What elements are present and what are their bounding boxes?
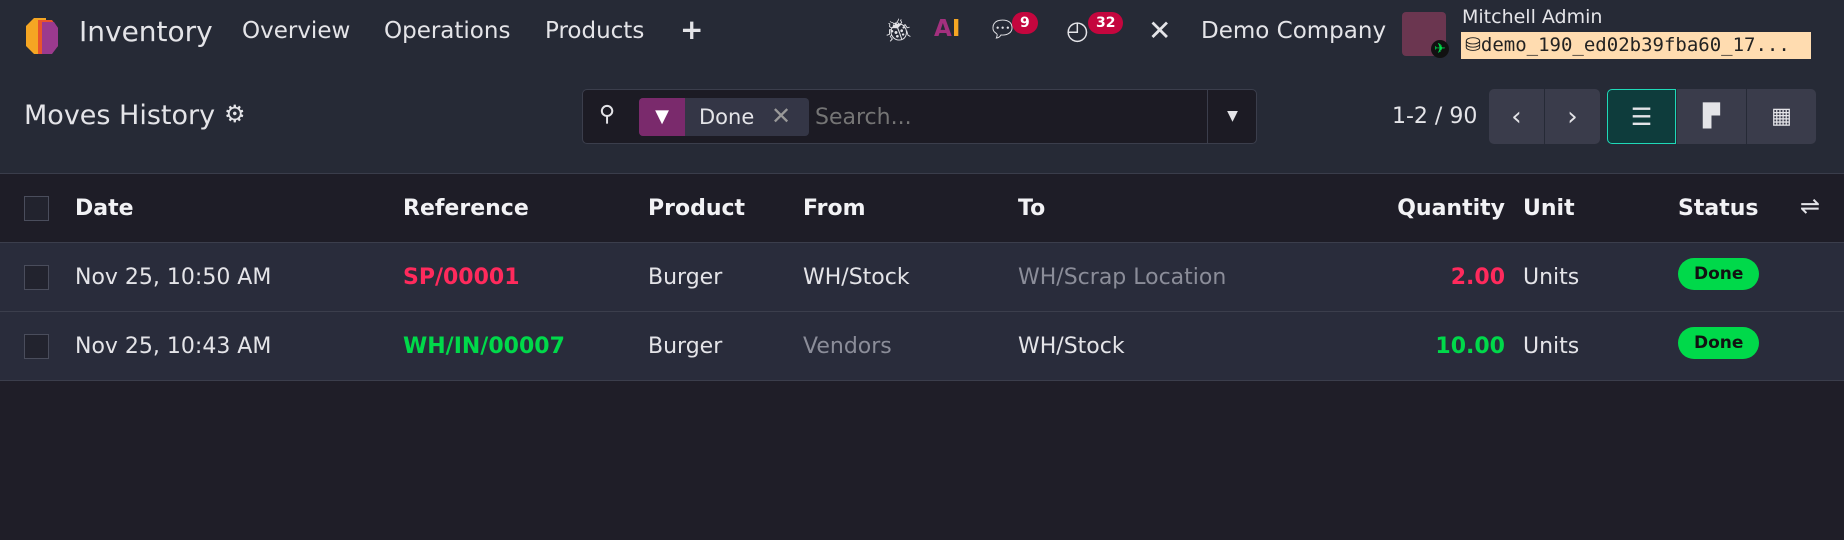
facet-label: Done <box>699 105 755 129</box>
remove-facet-icon[interactable]: ✕ <box>771 102 791 130</box>
table-header: Date Reference Product From To Quantity … <box>0 174 1844 243</box>
database-icon: ⛁ <box>1465 34 1481 56</box>
status-icon: ✈ <box>1431 40 1449 58</box>
menu-products[interactable]: Products <box>545 18 644 44</box>
col-product[interactable]: Product <box>648 196 745 221</box>
activity-badge: 32 <box>1088 12 1124 34</box>
cell-from: WH/Stock <box>803 265 910 290</box>
bug-icon[interactable]: 🐞︎ <box>884 17 913 44</box>
navbar: Inventory Overview Operations Products +… <box>0 0 1844 70</box>
table-row[interactable]: Nov 25, 10:50 AM SP/00001 Burger WH/Stoc… <box>0 243 1844 312</box>
cell-reference: SP/00001 <box>403 265 520 290</box>
status-badge: Done <box>1678 258 1760 290</box>
pager-next[interactable]: › <box>1545 89 1600 144</box>
cell-from: Vendors <box>803 334 892 359</box>
app-name[interactable]: Inventory <box>79 15 213 48</box>
pivot-view-button[interactable]: ▦ <box>1747 89 1816 144</box>
col-status[interactable]: Status <box>1678 196 1758 221</box>
cell-quantity: 10.00 <box>1435 334 1505 359</box>
cell-quantity: 2.00 <box>1450 265 1505 290</box>
pager-value: 1-2 / 90 <box>1392 104 1478 129</box>
menu-overview[interactable]: Overview <box>242 18 350 44</box>
pager-previous[interactable]: ‹ <box>1489 89 1544 144</box>
status-badge: Done <box>1678 327 1760 359</box>
cell-unit: Units <box>1523 334 1580 359</box>
col-date[interactable]: Date <box>75 196 134 221</box>
select-all-checkbox[interactable] <box>24 196 49 221</box>
clock-icon[interactable]: ◴ <box>1066 16 1089 46</box>
row-checkbox[interactable] <box>24 265 49 290</box>
row-checkbox[interactable] <box>24 334 49 359</box>
company-switcher[interactable]: Demo Company <box>1201 18 1386 44</box>
col-from[interactable]: From <box>803 196 866 221</box>
database-name: ⛁demo_190_ed02b39fba60_17... <box>1461 32 1811 59</box>
search-icon: ⚲ <box>599 102 616 127</box>
table-row[interactable]: Nov 25, 10:43 AM WH/IN/00007 Burger Vend… <box>0 312 1844 381</box>
cell-unit: Units <box>1523 265 1580 290</box>
page-title: Moves History <box>24 100 216 131</box>
filter-icon: ▼ <box>639 98 685 136</box>
menu-operations[interactable]: Operations <box>384 18 510 44</box>
col-to[interactable]: To <box>1018 196 1045 221</box>
ai-icon[interactable]: AI <box>934 16 960 42</box>
cell-to: WH/Scrap Location <box>1018 265 1227 290</box>
kanban-view-button[interactable]: ▛ <box>1677 89 1746 144</box>
plus-icon[interactable]: + <box>680 13 703 46</box>
app-logo-icon[interactable] <box>24 16 60 56</box>
cell-product: Burger <box>648 265 723 290</box>
cell-reference: WH/IN/00007 <box>403 334 565 359</box>
cell-product: Burger <box>648 334 723 359</box>
list-view-button[interactable]: ☰ <box>1607 89 1676 144</box>
col-reference[interactable]: Reference <box>403 196 529 221</box>
cell-to: WH/Stock <box>1018 334 1125 359</box>
col-unit[interactable]: Unit <box>1523 196 1575 221</box>
search-bar: ⚲ ▼ Done ✕ ▼ <box>582 89 1257 144</box>
user-name[interactable]: Mitchell Admin <box>1462 6 1602 28</box>
col-quantity[interactable]: Quantity <box>1397 196 1505 221</box>
search-input[interactable] <box>815 98 1195 136</box>
tools-icon[interactable]: ✕ <box>1148 14 1171 47</box>
cell-date: Nov 25, 10:43 AM <box>75 334 272 359</box>
chat-badge: 9 <box>1012 12 1038 34</box>
search-options-toggle[interactable]: ▼ <box>1207 90 1257 143</box>
cell-date: Nov 25, 10:50 AM <box>75 265 272 290</box>
filter-facet: ▼ Done ✕ <box>639 98 809 136</box>
gear-icon[interactable]: ⚙ <box>224 100 246 128</box>
optional-columns-icon[interactable]: ⇌ <box>1800 192 1820 220</box>
